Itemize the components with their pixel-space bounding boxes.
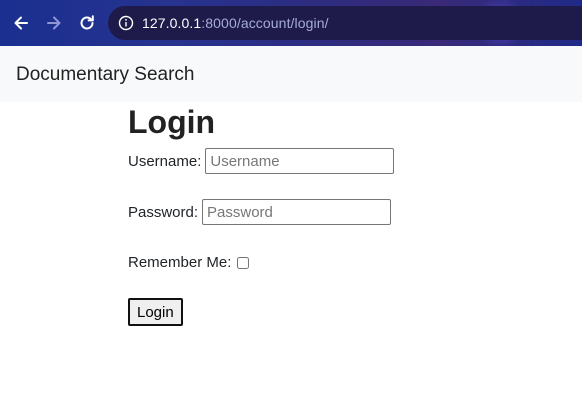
back-arrow-icon <box>14 16 28 30</box>
forward-arrow-icon <box>47 16 61 30</box>
remember-me-row: Remember Me: <box>128 254 250 271</box>
remember-me-checkbox[interactable] <box>237 256 250 269</box>
password-input[interactable] <box>202 199 392 225</box>
username-label: Username: <box>128 152 202 170</box>
address-bar[interactable]: 127.0.0.1:8000/account/login/ <box>108 6 582 40</box>
address-url: 127.0.0.1:8000/account/login/ <box>142 15 329 31</box>
url-host: 127.0.0.1 <box>142 15 202 31</box>
info-icon[interactable] <box>118 15 134 31</box>
browser-toolbar: 127.0.0.1:8000/account/login/ <box>0 0 582 46</box>
forward-button[interactable] <box>42 11 66 35</box>
password-label: Password: <box>128 203 199 221</box>
navbar-brand-link[interactable]: Documentary Search <box>16 64 194 86</box>
url-path: :8000/account/login/ <box>201 15 329 31</box>
site-navbar: Documentary Search <box>0 46 582 102</box>
reload-icon <box>80 15 94 30</box>
username-row: Username: <box>128 148 395 174</box>
page-title: Login <box>128 104 216 140</box>
remember-me-label: Remember Me: <box>128 254 232 271</box>
login-button[interactable]: Login <box>128 298 183 326</box>
password-row: Password: <box>128 199 392 225</box>
reload-button[interactable] <box>75 11 99 35</box>
back-button[interactable] <box>9 11 33 35</box>
username-input[interactable] <box>205 148 395 174</box>
